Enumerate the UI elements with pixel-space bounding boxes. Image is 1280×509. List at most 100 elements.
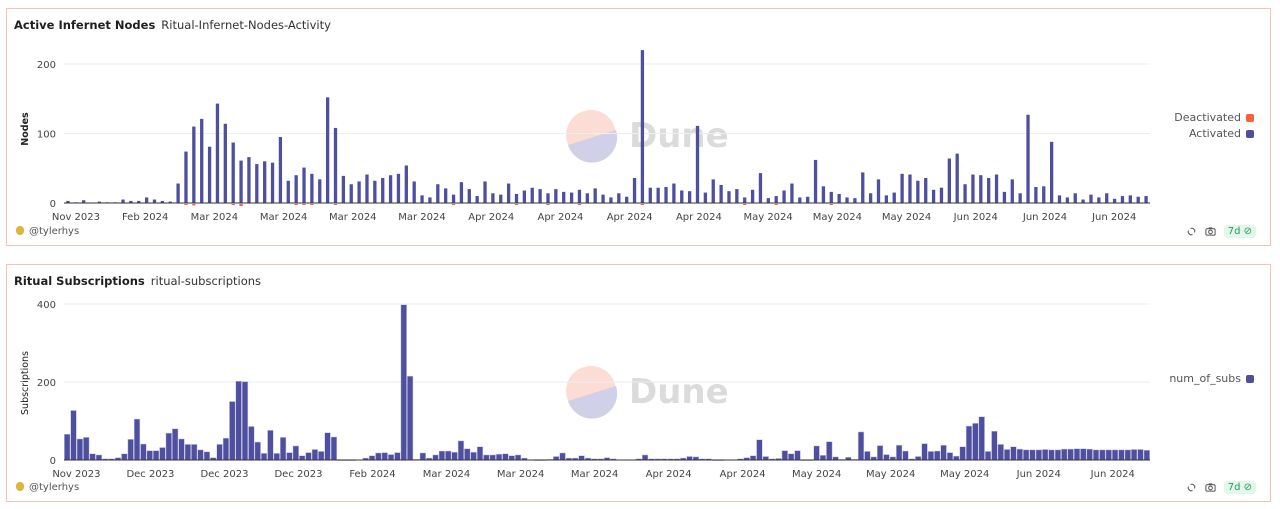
bar (159, 447, 166, 461)
bar (394, 452, 401, 461)
bar (333, 204, 338, 205)
bar (656, 187, 660, 203)
bar (286, 180, 290, 203)
legend-swatch-icon (1246, 114, 1254, 122)
bar (896, 444, 903, 461)
bar (931, 189, 936, 203)
bar (325, 97, 330, 203)
bar (292, 445, 299, 461)
bar (200, 118, 204, 203)
bar (1023, 449, 1030, 461)
x-tick-label: May 2024 (882, 212, 931, 223)
bar (876, 179, 881, 203)
bar (396, 173, 401, 203)
bar (1073, 448, 1081, 461)
bar (451, 204, 456, 205)
bar (1111, 449, 1119, 461)
bar (939, 187, 944, 203)
bar (311, 449, 318, 461)
refresh-badge[interactable]: 7d ⊘ (1223, 225, 1256, 238)
bar (585, 193, 589, 203)
bar (821, 186, 826, 203)
bar (255, 164, 259, 203)
bar (1080, 448, 1087, 461)
bar (330, 436, 338, 461)
bar (979, 175, 983, 203)
subscriptions-chart-panel: Ritual Subscriptions ritual-subscriptions… (6, 264, 1271, 502)
bar (192, 126, 196, 203)
bar (546, 204, 550, 205)
y-tick-label: 200 (37, 60, 56, 71)
bar (203, 451, 211, 461)
bar (921, 443, 928, 461)
bar (184, 204, 188, 205)
bar (924, 177, 928, 203)
bar (278, 136, 283, 203)
x-tick-label: May 2024 (743, 212, 792, 223)
bar (436, 184, 440, 203)
bar (428, 197, 432, 203)
refresh-badge[interactable]: 7d ⊘ (1223, 481, 1256, 494)
bar (686, 456, 693, 461)
x-tick-label: Mar 2024 (260, 212, 308, 223)
bar (782, 190, 786, 203)
bar (916, 180, 920, 203)
x-tick-label: Mar 2024 (398, 212, 446, 223)
bar (70, 410, 77, 461)
bar (1018, 193, 1022, 203)
bar (837, 193, 841, 203)
x-tick-label: Mar 2024 (329, 212, 377, 223)
bar (127, 439, 134, 461)
bar (813, 445, 820, 461)
check-circle-icon: ⊘ (1243, 226, 1252, 237)
legend-item-deactivated[interactable]: Deactivated (1174, 110, 1254, 126)
panel-toolbar: 7d ⊘ (1186, 481, 1256, 494)
bar (559, 452, 566, 461)
bar (506, 183, 511, 203)
bar (491, 193, 495, 203)
bar (781, 450, 788, 461)
legend-item-activated[interactable]: Activated (1174, 126, 1254, 142)
bar (609, 197, 613, 203)
subscriptions-bar-chart: Dune 0 200 400 Subscriptions Nov 2023 Dec 2023… (20, 300, 1150, 480)
bar (365, 174, 369, 203)
bar (263, 161, 267, 203)
link-icon[interactable] (1186, 482, 1197, 493)
bar (640, 204, 645, 205)
legend-item-num-of-subs[interactable]: num_of_subs (1169, 371, 1254, 387)
bar (641, 454, 649, 461)
nodes-bar-chart: Dune 0 100 200 Nodes Nov 2023 Feb 2024 Mar 2024… (20, 50, 1150, 223)
bar (499, 194, 503, 203)
bar (554, 189, 558, 203)
bar (959, 446, 966, 461)
bar (857, 431, 865, 461)
bar (672, 183, 676, 203)
refresh-interval: 7d (1227, 226, 1241, 237)
bar (133, 418, 141, 461)
bar (1003, 449, 1011, 461)
camera-icon[interactable] (1205, 226, 1216, 237)
y-axis-label: Nodes (20, 112, 31, 146)
bar (294, 204, 298, 205)
x-tick-label: Apr 2024 (646, 469, 692, 480)
bar (1131, 449, 1138, 461)
bar (819, 455, 827, 461)
bar (419, 452, 426, 461)
bar (735, 189, 739, 203)
bar (743, 197, 747, 203)
bar (438, 450, 445, 461)
link-icon[interactable] (1186, 226, 1197, 237)
bar (971, 174, 975, 203)
author-link[interactable]: @tylerhys (16, 226, 79, 237)
bar (578, 455, 585, 461)
y-tick-label: 200 (37, 378, 56, 389)
x-tick-label: May 2024 (866, 469, 915, 480)
camera-icon[interactable] (1205, 482, 1216, 493)
bar (388, 175, 393, 203)
x-tick-label: Feb 2024 (349, 469, 395, 480)
bar (457, 440, 465, 461)
bar (1067, 448, 1074, 461)
bar (577, 189, 582, 203)
author-link[interactable]: @tylerhys (16, 482, 79, 493)
bar (231, 204, 235, 205)
